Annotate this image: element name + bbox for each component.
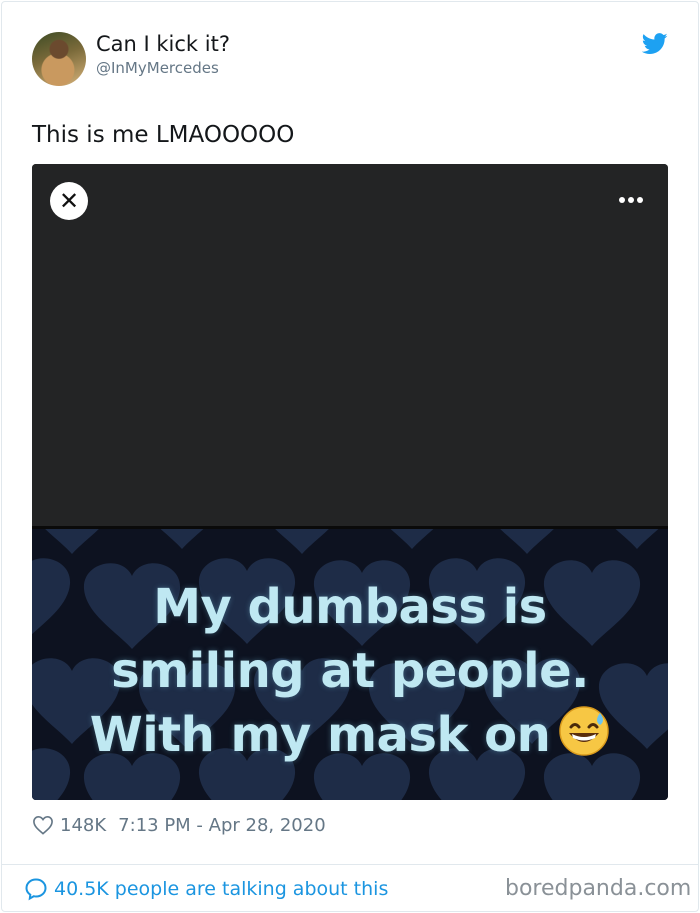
tweet-meta: 148K 7:13 PM - Apr 28, 2020 — [32, 812, 326, 838]
meme-line-3-wrap: With my mask on — [90, 703, 611, 767]
grinning-face-with-sweat-emoji — [559, 706, 609, 756]
close-icon[interactable]: ✕ — [50, 182, 88, 220]
meme-line-2: smiling at people. — [111, 643, 589, 699]
conversation-link[interactable]: 40.5K people are talking about this — [24, 876, 388, 902]
more-dots-icon[interactable] — [616, 190, 646, 210]
watermark: boredpanda.com — [505, 876, 692, 901]
speech-bubble-icon — [25, 878, 47, 901]
tweet-media[interactable]: ✕ My dumbass is smiling at people. With … — [32, 164, 668, 800]
display-name[interactable]: Can I kick it? — [96, 32, 230, 56]
user-handle[interactable]: @InMyMercedes — [96, 59, 219, 77]
avatar[interactable] — [32, 32, 86, 86]
meme-line-1: My dumbass is — [153, 579, 547, 635]
talking-count[interactable]: 40.5K people are talking about this — [54, 878, 388, 900]
twitter-bird-icon[interactable] — [642, 33, 668, 55]
divider — [1, 864, 699, 865]
meme-line-3: With my mask on — [89, 707, 551, 763]
meme-caption: My dumbass is smiling at people. With my… — [32, 529, 668, 800]
video-area[interactable] — [32, 164, 668, 526]
tweet-text: This is me LMAOOOOO — [32, 122, 295, 148]
meme-image: My dumbass is smiling at people. With my… — [32, 526, 668, 800]
timestamp[interactable]: 7:13 PM - Apr 28, 2020 — [118, 815, 325, 836]
heart-icon[interactable] — [32, 815, 54, 835]
like-count[interactable]: 148K — [60, 815, 106, 836]
